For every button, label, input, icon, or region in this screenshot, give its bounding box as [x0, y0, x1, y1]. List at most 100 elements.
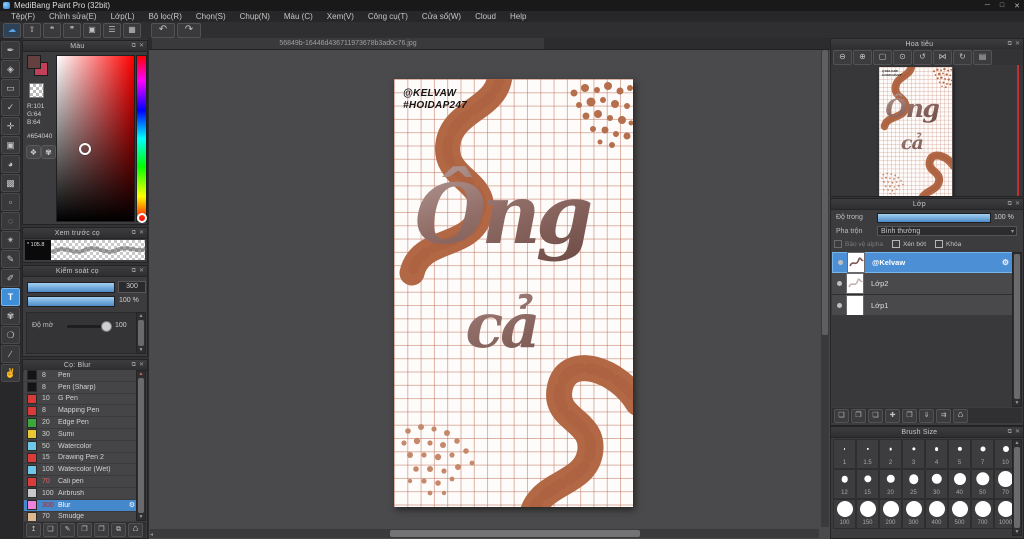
close-icon[interactable]: ✕: [1015, 429, 1020, 435]
checkbox-icon[interactable]: [935, 240, 943, 248]
add-layer-menu-icon[interactable]: ✚: [885, 409, 900, 423]
gear-icon[interactable]: ⚙: [1002, 258, 1009, 267]
chat-icon[interactable]: ❞: [63, 23, 81, 38]
zoom-fit-icon[interactable]: ▢: [873, 50, 892, 65]
close-icon[interactable]: ✕: [139, 43, 144, 49]
gradient-tool[interactable]: ▩: [1, 174, 20, 192]
document-tab[interactable]: 56849b-16446d436711973678b3ad0c76.jpg: [152, 38, 544, 49]
layer-visibility-icon[interactable]: [832, 303, 846, 308]
operation-tool[interactable]: ✾: [1, 307, 20, 325]
layer-checkbox[interactable]: Khóa: [935, 240, 961, 248]
popout-icon[interactable]: ⧉: [1008, 429, 1012, 435]
new-brush-icon[interactable]: ❏: [43, 523, 58, 537]
layer-opacity-slider[interactable]: [877, 213, 991, 223]
brush-size-scrollbar[interactable]: ▲ ▼: [1012, 439, 1022, 536]
brush-size-option[interactable]: 500: [948, 499, 971, 529]
close-icon[interactable]: ✕: [139, 362, 144, 368]
menu-item[interactable]: Lớp(L): [104, 12, 142, 21]
canvas-horizontal-scrollbar[interactable]: [150, 529, 819, 538]
rotate-ccw-icon[interactable]: ↺: [913, 50, 932, 65]
layer-checkbox[interactable]: Bảo vệ alpha: [834, 240, 883, 248]
close-button[interactable]: ✕: [1014, 2, 1020, 10]
snapshot-icon[interactable]: ▤: [973, 50, 992, 65]
brush-list-item[interactable]: 100 Watercolor (Wet) ⚙: [24, 464, 138, 476]
brush-options-scrollbar[interactable]: ▲ ▼: [136, 312, 146, 354]
brush-list-item[interactable]: 15 Drawing Pen 2 ⚙: [24, 453, 138, 465]
brush-size-option[interactable]: 400: [925, 499, 948, 529]
navigator-thumbnail[interactable]: @KELVAW #HOIDAP247 Ông cả: [879, 67, 953, 196]
eyedropper-tool[interactable]: ❍: [1, 326, 20, 344]
brush-size-option[interactable]: 2: [879, 439, 902, 469]
move-tool[interactable]: ✛: [1, 117, 20, 135]
brush-list-item[interactable]: 70 Smudge ⚙: [24, 512, 138, 521]
clipping-layer-icon[interactable]: ❑: [868, 409, 883, 423]
close-icon[interactable]: ✕: [1015, 201, 1020, 207]
delete-brush-icon[interactable]: ♺: [128, 523, 143, 537]
brush-size-option[interactable]: 1: [833, 439, 856, 469]
brush-size-option[interactable]: 30: [925, 469, 948, 499]
brush-size-value[interactable]: 300: [118, 281, 146, 293]
brush-menu-icon[interactable]: ✎: [60, 523, 75, 537]
zoom-actual-icon[interactable]: ⊙: [893, 50, 912, 65]
navigator-view[interactable]: @KELVAW #HOIDAP247 Ông cả: [831, 65, 1023, 196]
brush-list-item[interactable]: 8 Pen ⚙: [24, 370, 138, 382]
redo-icon[interactable]: ↷: [177, 23, 201, 38]
brush-list-scrollbar[interactable]: ▲ ▼: [136, 370, 146, 521]
magic-wand-tool[interactable]: ✴: [1, 231, 20, 249]
popout-icon[interactable]: ⧉: [132, 230, 136, 236]
select-tool[interactable]: ▫: [1, 193, 20, 211]
menu-item[interactable]: Cloud: [468, 12, 503, 21]
brush-size-option[interactable]: 20: [879, 469, 902, 499]
brush-size-option[interactable]: 150: [856, 499, 879, 529]
scroll-down-icon[interactable]: ▼: [139, 514, 144, 520]
min-width-slider-knob[interactable]: [101, 321, 112, 332]
brush-list-item[interactable]: 20 Edge Pen ⚙: [24, 417, 138, 429]
layer-checkbox[interactable]: Xén bớt: [892, 240, 926, 248]
new-layer-icon[interactable]: ❏: [834, 409, 849, 423]
brush-size-option[interactable]: 7: [971, 439, 994, 469]
publish-icon[interactable]: ⇧: [23, 23, 41, 38]
copy-brush-icon[interactable]: ⧉: [111, 523, 126, 537]
layer-row[interactable]: Lớp1 ⚙: [832, 295, 1014, 317]
scroll-up-icon[interactable]: ▲: [139, 371, 144, 377]
brush-list-item[interactable]: 100 Airbrush ⚙: [24, 488, 138, 500]
brush-size-option[interactable]: 5: [948, 439, 971, 469]
brush-size-option[interactable]: 12: [833, 469, 856, 499]
brush-size-option[interactable]: 1.5: [856, 439, 879, 469]
transparent-color-swatch[interactable]: [29, 83, 44, 98]
foreground-color-swatch[interactable]: [27, 55, 41, 69]
popout-icon[interactable]: ⧉: [1008, 41, 1012, 47]
transfer-layer-icon[interactable]: ⇉: [936, 409, 951, 423]
brush-size-option[interactable]: 3: [902, 439, 925, 469]
color-picker-cursor[interactable]: [79, 143, 91, 155]
layer-blend-select[interactable]: Bình thường ▾: [877, 226, 1017, 236]
frame-tool[interactable]: ▭: [1, 79, 20, 97]
brush-size-option[interactable]: 40: [948, 469, 971, 499]
grid-settings-icon[interactable]: ▦: [123, 23, 141, 38]
close-icon[interactable]: ✕: [139, 268, 144, 274]
brush-size-option[interactable]: 25: [902, 469, 925, 499]
fill-tool[interactable]: ▣: [1, 136, 20, 154]
merge-layer-icon[interactable]: ⇓: [919, 409, 934, 423]
duplicate-layer-icon[interactable]: ❐: [851, 409, 866, 423]
brush-size-option[interactable]: 300: [902, 499, 925, 529]
minimize-button[interactable]: ─: [985, 2, 990, 9]
menu-item[interactable]: Công cụ(T): [361, 12, 415, 21]
menu-item[interactable]: Màu (C): [277, 12, 320, 21]
brush-list-item[interactable]: 70 Cali pen ⚙: [24, 476, 138, 488]
layer-folder-icon[interactable]: ❒: [902, 409, 917, 423]
hue-slider-cursor[interactable]: [137, 213, 147, 223]
brush-list-item[interactable]: 10 G Pen ⚙: [24, 394, 138, 406]
snap-tool[interactable]: ✓: [1, 98, 20, 116]
brush-list-item[interactable]: 300 Blur ⚙: [24, 500, 138, 512]
brush-list-item[interactable]: 8 Mapping Pen ⚙: [24, 405, 138, 417]
duplicate-brush-icon[interactable]: ❐: [77, 523, 92, 537]
main-canvas[interactable]: @KELVAW #HOIDAP247 Ông cả: [394, 79, 633, 507]
upload-brush-icon[interactable]: ↥: [26, 523, 41, 537]
layer-list-scrollbar[interactable]: ▼: [1012, 252, 1022, 407]
undo-icon[interactable]: ↶: [151, 23, 175, 38]
menu-item[interactable]: Help: [503, 12, 533, 21]
brush-opacity-slider[interactable]: [27, 296, 115, 307]
lasso-tool[interactable]: ◌: [1, 212, 20, 230]
brush-list-item[interactable]: 50 Watercolor ⚙: [24, 441, 138, 453]
